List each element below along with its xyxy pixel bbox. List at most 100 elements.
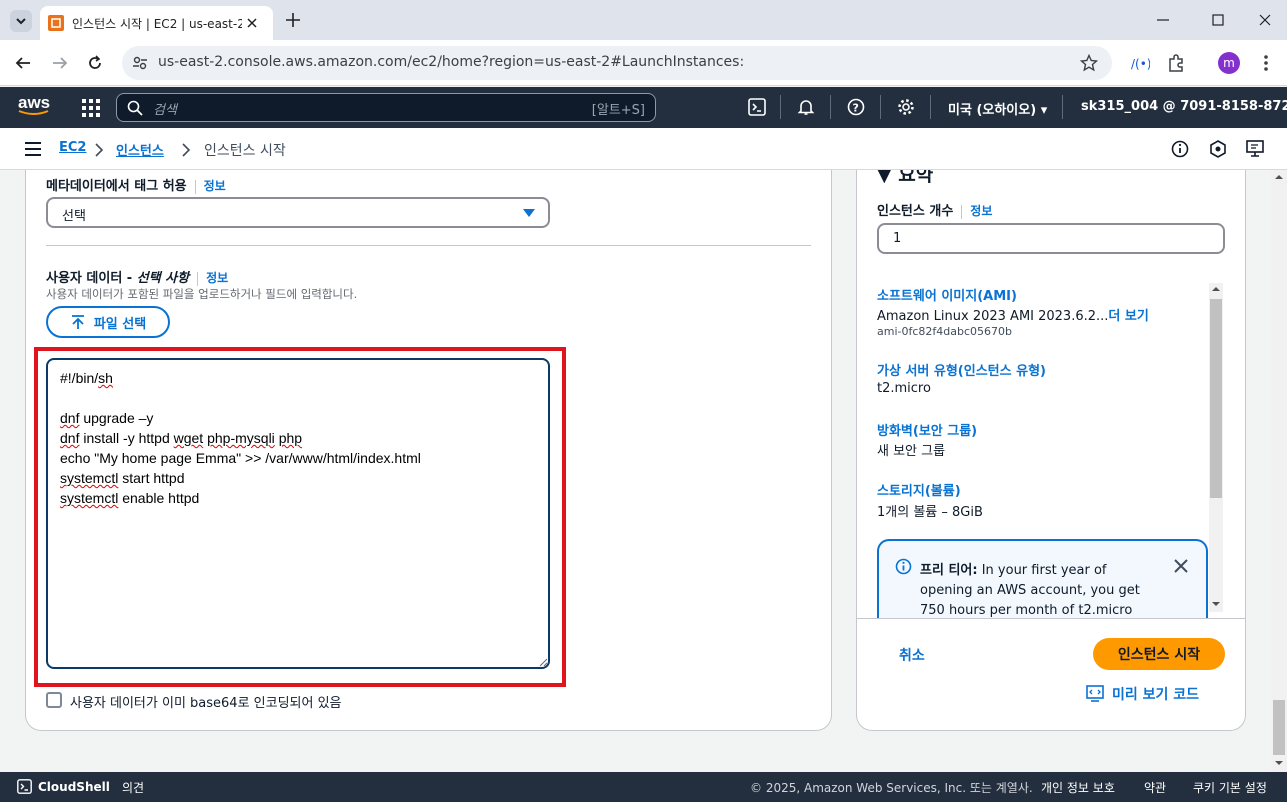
back-arrow-icon[interactable] [14, 54, 32, 72]
code-line: #!/bin/sh [60, 370, 113, 386]
user-data-description: 사용자 데이터가 포함된 파일을 업로드하거나 필드에 입력합니다. [46, 287, 358, 301]
chevron-right-icon [182, 143, 191, 157]
svg-text:/(•): /(•) [1131, 57, 1150, 71]
scroll-up-icon[interactable] [1212, 286, 1220, 292]
cookie-preferences-link[interactable]: 쿠키 기본 설정 [1193, 779, 1267, 796]
close-tab-icon[interactable] [244, 15, 260, 31]
code-line: echo "My home page Emma" >> /var/www/htm… [60, 450, 421, 466]
profile-avatar[interactable]: m [1218, 52, 1240, 74]
reload-icon[interactable] [86, 54, 104, 72]
aws-logo[interactable]: aws [18, 93, 50, 116]
terms-link[interactable]: 약관 [1144, 779, 1166, 796]
search-icon [127, 100, 143, 116]
code-line: systemctl enable httpd [60, 490, 200, 506]
tab-title: 인스턴스 시작 | EC2 | us-east-2 [72, 16, 242, 31]
metadata-tags-selected: 선택 [62, 209, 86, 224]
breadcrumb-instances[interactable]: 인스턴스 [116, 140, 164, 159]
preview-code-button[interactable]: 미리 보기 코드 [1086, 684, 1199, 704]
browser-tab-active[interactable]: 인스턴스 시작 | EC2 | us-east-2 [40, 6, 273, 40]
code-line: dnf install -y httpd wget php-mysqli php [60, 430, 303, 446]
url-text: us-east-2.console.aws.amazon.com/ec2/hom… [158, 54, 745, 70]
hexagon-settings-icon[interactable] [1209, 140, 1227, 158]
aws-search-input[interactable]: 검색 [알트+S] [116, 93, 656, 122]
page-scrollbar[interactable] [1271, 170, 1287, 772]
region-selector[interactable]: 미국 (오하이오) ▾ [948, 99, 1047, 118]
ami-name-row: Amazon Linux 2023 AMI 2023.6.2...더 보기 [877, 305, 1149, 324]
bookmark-star-icon[interactable] [1080, 54, 1098, 72]
scroll-down-icon[interactable] [1212, 601, 1220, 607]
settings-gear-icon[interactable] [897, 98, 915, 116]
close-window-icon[interactable] [1257, 12, 1273, 28]
info-circle-icon[interactable] [1171, 140, 1189, 158]
new-tab-icon[interactable] [284, 11, 302, 29]
console-footer: CloudShell 의견 © 2025, Amazon Web Service… [0, 772, 1287, 802]
storage-value: 1개의 볼륨 – 8GiB [877, 505, 983, 520]
base64-checkbox-label: 사용자 데이터가 이미 base64로 인코딩되어 있음 [70, 696, 342, 711]
notifications-bell-icon[interactable] [797, 98, 815, 116]
info-link[interactable]: 정보 [206, 271, 228, 285]
instance-type-link[interactable]: 가상 서버 유형(인스턴스 유형) [877, 360, 1046, 379]
section-divider [46, 245, 811, 246]
nav-divider [830, 95, 831, 119]
instance-count-label: 인스턴스 개수 [877, 204, 954, 219]
aws-favicon-icon [48, 15, 64, 31]
storage-link[interactable]: 스토리지(볼륨) [877, 480, 961, 499]
extensions-puzzle-icon[interactable] [1166, 53, 1186, 73]
firewall-value: 새 보안 그룹 [877, 444, 946, 459]
ami-link[interactable]: 소프트웨어 이미지(AMI) [877, 285, 1017, 304]
base64-checkbox[interactable] [46, 692, 62, 708]
summary-heading[interactable]: ▼ 요약 [877, 170, 997, 183]
scroll-up-icon[interactable] [1275, 174, 1283, 180]
breadcrumb-current: 인스턴스 시작 [204, 143, 286, 159]
cloudshell-button[interactable]: CloudShell [17, 779, 110, 794]
summary-heading-clip: ▼ 요약 [877, 170, 997, 183]
info-link[interactable]: 정보 [970, 204, 992, 218]
feedback-screen-icon[interactable] [1246, 140, 1266, 158]
ami-id: ami-0fc82f4dabc05670b [877, 325, 1012, 338]
search-placeholder: 검색 [153, 103, 177, 118]
forward-arrow-icon[interactable] [51, 54, 69, 72]
launch-instance-button[interactable]: 인스턴스 시작 [1093, 638, 1225, 670]
browser-toolbar: us-east-2.console.aws.amazon.com/ec2/hom… [0, 40, 1287, 86]
user-data-label: 사용자 데이터 - [46, 271, 137, 286]
summary-scrollbar-thumb[interactable] [1210, 299, 1222, 498]
user-data-textarea[interactable]: #!/bin/sh dnf upgrade –y dnf install -y … [46, 358, 550, 669]
browser-menu-icon[interactable] [1262, 53, 1270, 73]
nav-divider [930, 95, 931, 119]
resize-handle-icon[interactable] [538, 657, 548, 667]
help-icon[interactable]: ? [847, 98, 865, 116]
cloudshell-icon[interactable] [748, 98, 766, 116]
instance-count-input[interactable]: 1 [877, 223, 1225, 254]
cancel-button[interactable]: 취소 [899, 645, 925, 665]
breadcrumb-bar: EC2 인스턴스 인스턴스 시작 [0, 128, 1287, 170]
close-icon[interactable] [1174, 559, 1188, 573]
cast-extension-icon[interactable]: /(•) [1130, 53, 1150, 73]
page-scrollbar-thumb[interactable] [1273, 700, 1285, 755]
firewall-link[interactable]: 방화벽(보안 그룹) [877, 420, 977, 439]
scroll-down-icon[interactable] [1275, 760, 1283, 766]
free-tier-text: 프리 티어: In your first year of opening an … [920, 563, 1140, 618]
ami-more-link[interactable]: 더 보기 [1108, 309, 1148, 324]
privacy-link[interactable]: 개인 정보 보호 [1041, 779, 1115, 796]
maximize-icon[interactable] [1210, 12, 1226, 28]
info-circle-icon [895, 558, 912, 575]
user-data-optional: 선택 사항 [136, 271, 190, 286]
code-line: systemctl start httpd [60, 470, 185, 486]
tab-search-button[interactable] [10, 10, 32, 32]
metadata-tags-label: 메타데이터에서 태그 허용 [46, 179, 187, 194]
breadcrumb-ec2[interactable]: EC2 [59, 140, 86, 155]
site-info-icon[interactable] [132, 55, 148, 71]
svg-text:?: ? [853, 102, 859, 115]
code-preview-icon [1086, 685, 1104, 702]
minimize-icon[interactable] [1155, 12, 1171, 28]
hamburger-menu-icon[interactable] [24, 141, 42, 157]
feedback-link[interactable]: 의견 [122, 779, 144, 796]
aws-top-nav: aws 검색 [알트+S] ? 미국 (오하이오) ▾ sk315_004 @ … [0, 87, 1287, 128]
metadata-tags-select[interactable]: 선택 [46, 197, 550, 228]
choose-file-button[interactable]: 파일 선택 [46, 306, 170, 338]
info-link[interactable]: 정보 [204, 179, 226, 193]
services-grid-icon[interactable] [82, 99, 100, 117]
address-bar[interactable]: us-east-2.console.aws.amazon.com/ec2/hom… [122, 46, 1112, 80]
account-menu[interactable]: sk315_004 @ 7091-8158-8723 ▾ [1081, 99, 1287, 114]
